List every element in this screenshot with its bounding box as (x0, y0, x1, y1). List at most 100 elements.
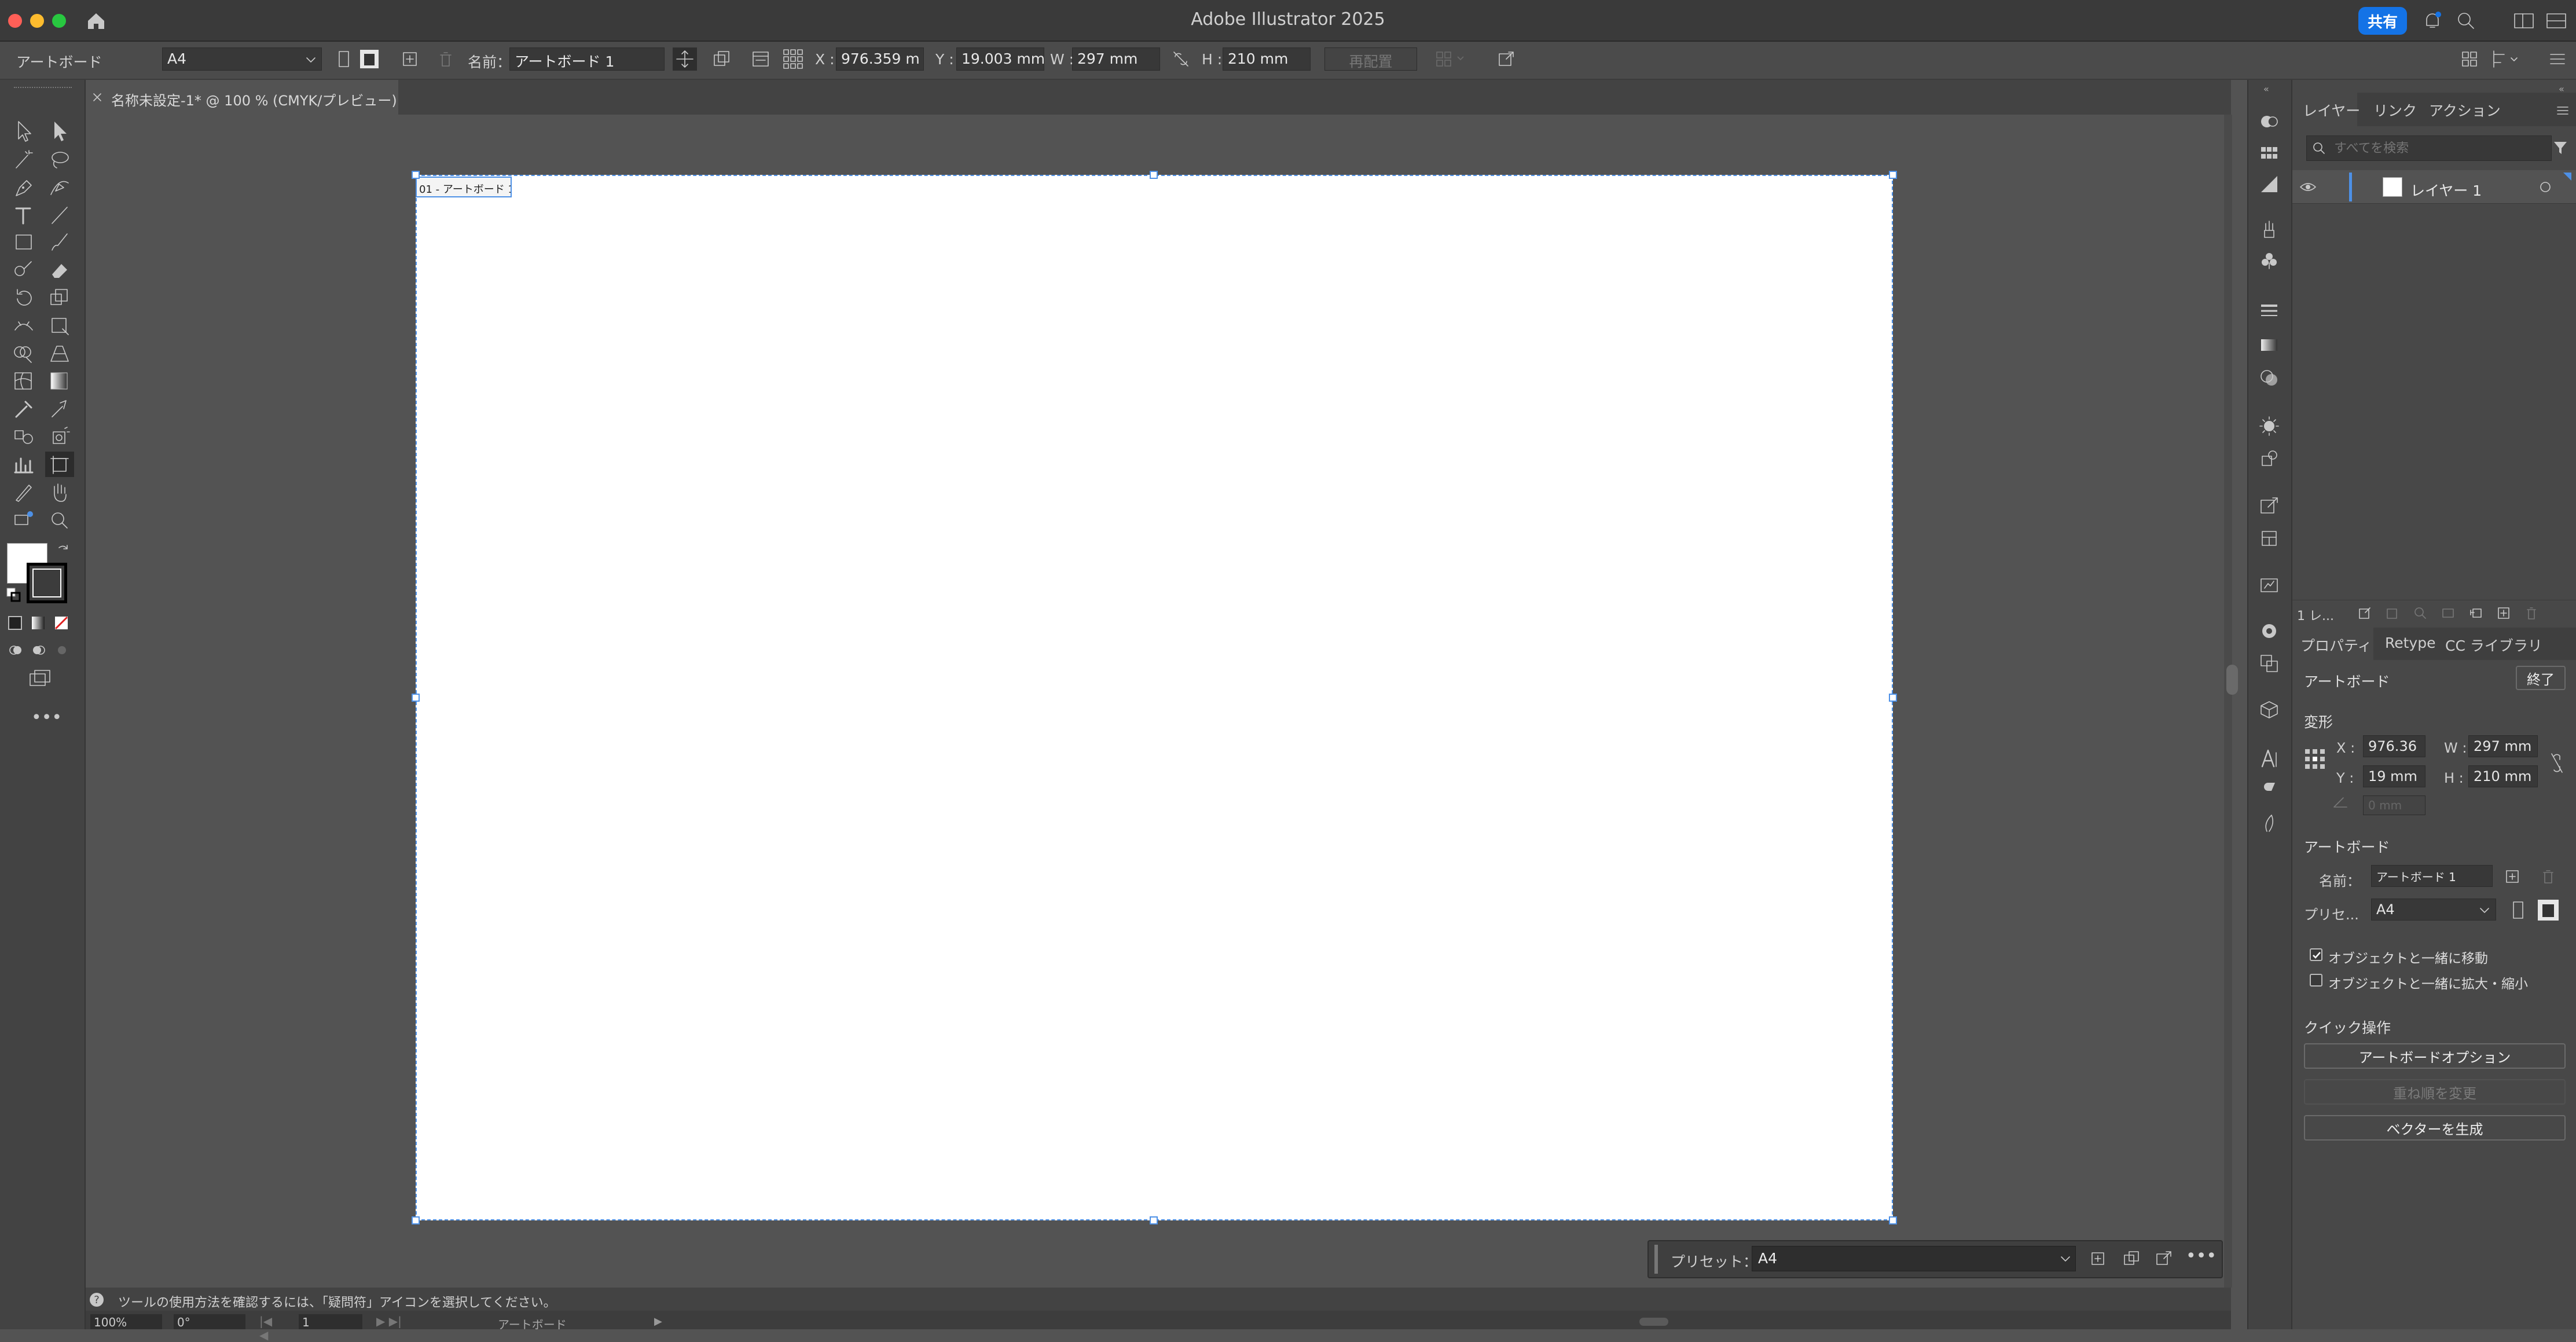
scale-with-object-checkbox[interactable] (2310, 974, 2322, 987)
preset-bar-grip[interactable] (1654, 1245, 1658, 1274)
prop-name-input[interactable]: アートボード 1 (2371, 865, 2493, 887)
delete-artboard-icon[interactable] (435, 49, 456, 69)
shaper-tool-icon[interactable] (9, 257, 38, 283)
y-input[interactable]: 19.003 mm (956, 47, 1044, 71)
search-layer-icon[interactable] (2412, 604, 2429, 622)
print-tiling-tool-icon[interactable] (9, 507, 38, 533)
workspace-icon[interactable] (2511, 8, 2537, 34)
vertical-scrollbar[interactable] (2224, 115, 2232, 1288)
document-tab[interactable]: 名称未設定-1* @ 100 % (CMYK/プレビュー) (86, 80, 398, 115)
free-transform-tool-icon[interactable] (45, 313, 74, 338)
collapse-dock-icon[interactable]: « (2263, 83, 2269, 94)
home-icon[interactable] (85, 9, 108, 32)
zoom-window-button[interactable] (52, 14, 66, 28)
next-artboard-icon[interactable]: ▶ ▶| (376, 1314, 411, 1328)
paragraph-panel-icon[interactable] (2258, 779, 2281, 802)
w-input[interactable]: 297 mm (1072, 47, 1160, 71)
stroke-swatch[interactable] (27, 563, 67, 603)
pen-tool-icon[interactable] (9, 175, 38, 200)
type-tool-icon[interactable] (9, 203, 38, 228)
color-mode-icon[interactable] (7, 615, 23, 631)
duplicate-artboard-icon[interactable] (2121, 1248, 2142, 1269)
tab-cc-libraries[interactable]: CC ライブラリ (2445, 635, 2542, 655)
vertical-scroll-thumb[interactable] (2226, 665, 2238, 695)
export-icon[interactable] (1496, 49, 1517, 69)
pathfinder-panel-icon[interactable] (2258, 652, 2281, 675)
selection-tool-icon[interactable] (9, 118, 38, 144)
zoom-tool-icon[interactable] (45, 507, 74, 533)
generate-vector-button[interactable]: ベクターを生成 (2304, 1115, 2566, 1141)
rotate-tool-icon[interactable] (9, 285, 38, 310)
bell-icon[interactable] (2420, 8, 2445, 34)
edit-toolbar-icon[interactable]: ••• (31, 707, 62, 728)
portrait-icon[interactable] (2507, 899, 2530, 922)
measure-tool-icon[interactable] (45, 396, 74, 421)
stroke-panel-icon[interactable] (2258, 299, 2281, 322)
character-panel-icon[interactable] (2258, 747, 2281, 770)
reference-point-icon[interactable] (2303, 747, 2327, 771)
scale-tool-icon[interactable] (45, 285, 74, 310)
h-input[interactable]: 210 mm (1223, 47, 1311, 71)
x-input[interactable]: 976.359 m (836, 47, 924, 71)
gradient-mode-icon[interactable] (30, 615, 46, 631)
handle-bottom-left[interactable] (412, 1216, 420, 1224)
toolbar-grip[interactable] (14, 87, 72, 90)
first-artboard-icon[interactable]: |◀ ◀ (259, 1314, 282, 1342)
help-icon[interactable]: ? (88, 1291, 105, 1308)
mesh-tool-icon[interactable] (9, 368, 38, 394)
gradient-tool-icon[interactable] (45, 368, 74, 394)
transparency-panel-icon[interactable] (2258, 366, 2281, 389)
zoom-select[interactable]: 100% (90, 1314, 162, 1329)
eye-icon[interactable] (2298, 177, 2318, 197)
eraser-tool-icon[interactable] (45, 257, 74, 283)
opentype-panel-icon[interactable] (2258, 812, 2281, 835)
locate-object-icon[interactable] (2384, 604, 2401, 622)
add-artboard-icon[interactable] (2087, 1248, 2108, 1269)
handle-bottom-right[interactable] (1889, 1216, 1897, 1224)
distribute-icon[interactable] (2489, 47, 2524, 71)
artboard-label[interactable]: 01 - アートボード 1 (416, 177, 512, 197)
artboard-options-button[interactable]: アートボードオプション (2304, 1043, 2566, 1069)
perspective-grid-tool-icon[interactable] (45, 340, 74, 366)
prop-y-input[interactable]: 19 mm (2363, 765, 2425, 787)
handle-bottom-center[interactable] (1150, 1216, 1158, 1224)
clipping-mask-icon[interactable] (2439, 604, 2457, 622)
line-tool-icon[interactable] (45, 203, 74, 228)
move-copy-artwork-icon[interactable] (673, 47, 697, 71)
horizontal-scroll-thumb[interactable] (1639, 1318, 1668, 1326)
handle-middle-right[interactable] (1889, 694, 1897, 702)
handle-middle-left[interactable] (412, 694, 420, 702)
constrain-proportions-icon[interactable] (1170, 49, 1191, 69)
show-center-mark-icon[interactable] (750, 49, 771, 69)
color-panel-icon[interactable] (2258, 110, 2281, 133)
artboard-name-input[interactable]: アートボード 1 (509, 47, 665, 71)
artboard-tool-icon[interactable] (45, 452, 74, 477)
3d-materials-panel-icon[interactable] (2258, 698, 2281, 721)
symbols-panel-icon[interactable] (2258, 249, 2281, 272)
delete-layer-icon[interactable] (2523, 604, 2540, 622)
delete-artboard-icon[interactable] (2539, 867, 2557, 886)
new-sublayer-icon[interactable] (2467, 604, 2485, 622)
brushes-panel-icon[interactable] (2258, 218, 2281, 241)
handle-top-right[interactable] (1889, 171, 1897, 179)
asset-export-panel-icon[interactable] (2258, 494, 2281, 518)
paintbrush-tool-icon[interactable] (45, 229, 74, 255)
preset-bar-select[interactable]: A4 (1752, 1246, 2076, 1271)
artboard-options-icon[interactable] (711, 49, 732, 69)
close-icon[interactable] (90, 90, 104, 104)
draw-behind-icon[interactable] (30, 641, 47, 659)
rearrange-button[interactable]: 再配置 (1324, 47, 1417, 71)
panels-icon[interactable] (2544, 8, 2569, 34)
slice-tool-icon[interactable] (9, 479, 38, 505)
landscape-icon[interactable] (2537, 899, 2560, 922)
new-artboard-icon[interactable] (399, 49, 420, 69)
curvature-tool-icon[interactable] (45, 175, 74, 200)
collect-export-icon[interactable] (2356, 604, 2373, 622)
panel-menu-icon[interactable] (2554, 102, 2571, 119)
status-menu-arrow-icon[interactable]: ▶ (654, 1315, 662, 1328)
close-window-button[interactable] (8, 14, 22, 28)
layers-search-input[interactable] (2333, 138, 2541, 159)
rotation-select[interactable]: 0° (174, 1314, 245, 1329)
rectangle-tool-icon[interactable] (9, 229, 38, 255)
more-options-icon[interactable]: ••• (2186, 1246, 2217, 1266)
